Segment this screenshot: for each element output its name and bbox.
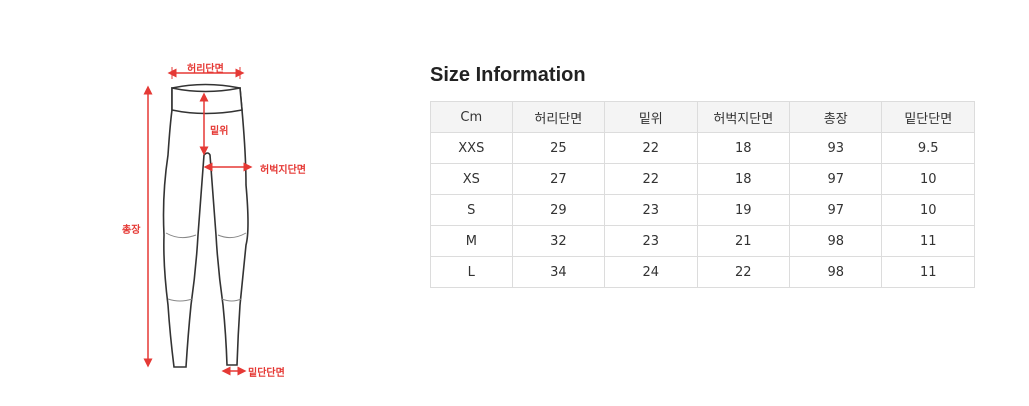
table-cell: 32 (511, 225, 606, 257)
table-header-row: Cm 허리단면 밑위 허벅지단면 총장 밑단단면 (430, 101, 975, 133)
table-cell: 97 (789, 194, 883, 226)
table-cell: 97 (789, 163, 883, 195)
table-cell: 98 (789, 256, 883, 288)
size-table: Cm 허리단면 밑위 허벅지단면 총장 밑단단면 XXS 25 22 18 93… (430, 101, 975, 288)
table-cell: 29 (511, 194, 606, 226)
table-row: L 34 24 22 98 11 (430, 256, 975, 288)
table-cell: 24 (604, 256, 698, 288)
length-label: 총장 (122, 225, 141, 236)
table-cell: 22 (604, 132, 698, 164)
table-cell: 21 (696, 225, 791, 257)
rise-label: 밑위 (210, 126, 229, 137)
table-cell: 11 (881, 256, 975, 288)
table-row: XS 27 22 18 97 10 (430, 163, 975, 195)
table-cell: 10 (881, 163, 975, 195)
table-cell: XXS (430, 132, 513, 164)
header-cell: 총장 (789, 101, 883, 133)
table-cell: 34 (511, 256, 606, 288)
table-cell: S (430, 194, 513, 226)
table-cell: 10 (881, 194, 975, 226)
table-cell: 11 (881, 225, 975, 257)
waist-label: 허리단면 (187, 64, 224, 75)
table-cell: 9.5 (881, 132, 975, 164)
table-cell: 23 (604, 225, 698, 257)
table-cell: 25 (511, 132, 606, 164)
size-diagram: 허리단면 밑위 허벅지단면 총장 밑단단면 (100, 55, 340, 395)
table-row: M 32 23 21 98 11 (430, 225, 975, 257)
table-cell: XS (430, 163, 513, 195)
table-row: S 29 23 19 97 10 (430, 194, 975, 226)
table-row: XXS 25 22 18 93 9.5 (430, 132, 975, 164)
thigh-label: 허벅지단면 (260, 165, 306, 176)
size-info-title: Size Information (430, 64, 586, 86)
table-cell: 93 (789, 132, 883, 164)
table-cell: L (430, 256, 513, 288)
table-cell: 18 (696, 163, 791, 195)
header-cell: 밑위 (604, 101, 698, 133)
hem-label: 밑단단면 (248, 368, 285, 379)
table-cell: 19 (696, 194, 791, 226)
header-cell: 밑단단면 (881, 101, 975, 133)
header-cell: 허벅지단면 (696, 101, 791, 133)
header-cell: Cm (430, 101, 513, 133)
table-cell: 22 (696, 256, 791, 288)
table-cell: M (430, 225, 513, 257)
table-cell: 98 (789, 225, 883, 257)
table-cell: 22 (604, 163, 698, 195)
table-cell: 27 (511, 163, 606, 195)
table-cell: 23 (604, 194, 698, 226)
table-cell: 18 (696, 132, 791, 164)
header-cell: 허리단면 (511, 101, 606, 133)
